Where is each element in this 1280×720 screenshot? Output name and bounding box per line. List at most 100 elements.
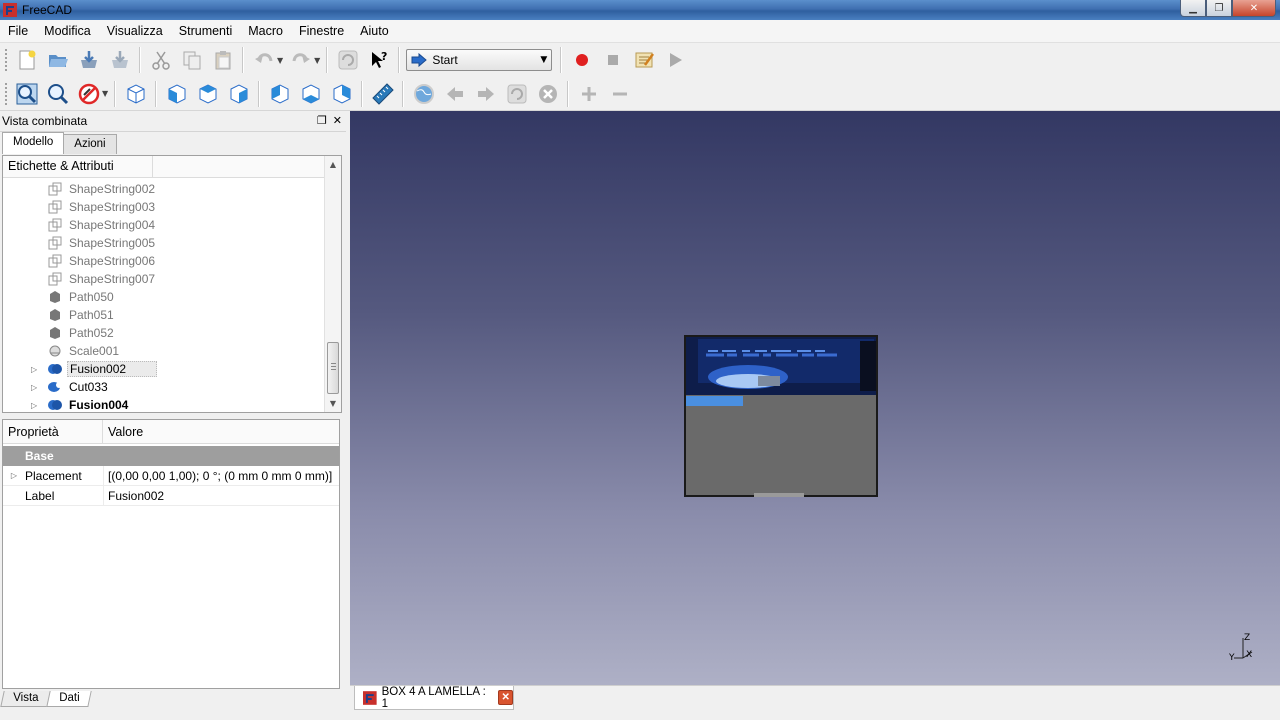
tree-item[interactable]: ShapeString005 bbox=[3, 234, 157, 252]
redo-dropdown-icon[interactable]: ▼ bbox=[314, 56, 320, 65]
property-value[interactable]: Fusion002 bbox=[103, 486, 339, 505]
workbench-label: Start bbox=[432, 53, 458, 67]
tree-item[interactable]: Scale001 bbox=[3, 342, 121, 360]
tree-item[interactable]: Path050 bbox=[3, 288, 116, 306]
copy-icon[interactable] bbox=[178, 46, 206, 74]
property-name: Placement bbox=[25, 468, 82, 483]
draw-style-dropdown-icon[interactable]: ▼ bbox=[102, 89, 108, 98]
close-tab-icon[interactable]: ✕ bbox=[498, 690, 514, 705]
property-group-base[interactable]: Base bbox=[3, 446, 339, 466]
tree-item[interactable]: ▷ Fusion004 bbox=[3, 396, 130, 412]
tree-item[interactable]: ▷ Cut033 bbox=[3, 378, 110, 396]
fit-selection-icon[interactable] bbox=[44, 80, 72, 108]
menu-aiuto[interactable]: Aiuto bbox=[352, 20, 397, 43]
stop-macro-icon[interactable] bbox=[599, 46, 627, 74]
expand-arrow-icon[interactable]: ▷ bbox=[31, 401, 41, 410]
tree-scrollbar[interactable]: ▲ ▼ bbox=[324, 156, 341, 412]
save-as-icon[interactable] bbox=[106, 46, 134, 74]
shapestring-icon bbox=[47, 271, 63, 287]
expand-arrow-icon[interactable]: ▷ bbox=[31, 365, 41, 374]
menu-strumenti[interactable]: Strumenti bbox=[171, 20, 241, 43]
save-icon[interactable] bbox=[75, 46, 103, 74]
forward-icon[interactable] bbox=[472, 80, 500, 108]
maximize-button[interactable]: ❐ bbox=[1206, 0, 1232, 17]
property-editor: Proprietà Valore Base ▷ Placement [(0,00 … bbox=[2, 419, 340, 689]
open-icon[interactable] bbox=[44, 46, 72, 74]
tab-vista[interactable]: Vista bbox=[0, 691, 52, 707]
run-macro-icon[interactable] bbox=[661, 46, 689, 74]
menu-finestre[interactable]: Finestre bbox=[291, 20, 352, 43]
menu-modifica[interactable]: Modifica bbox=[36, 20, 99, 43]
menu-visualizza[interactable]: Visualizza bbox=[99, 20, 171, 43]
tree-item[interactable]: ShapeString002 bbox=[3, 180, 157, 198]
undo-dropdown-icon[interactable]: ▼ bbox=[277, 56, 283, 65]
combo-tabs: Modello Azioni bbox=[0, 132, 346, 154]
redo-icon[interactable] bbox=[287, 46, 315, 74]
tree-item[interactable]: Path052 bbox=[3, 324, 116, 342]
model-tree: Etichette & Attributi ShapeString002 Sha… bbox=[2, 155, 342, 413]
web-icon[interactable] bbox=[410, 80, 438, 108]
axis-y-label: Y bbox=[1228, 653, 1235, 662]
toolbar-grip[interactable] bbox=[4, 48, 8, 72]
close-button[interactable]: ✕ bbox=[1232, 0, 1276, 17]
tab-azioni[interactable]: Azioni bbox=[63, 134, 117, 154]
toolbar-separator bbox=[155, 80, 158, 107]
refresh-icon[interactable] bbox=[334, 46, 362, 74]
cut-icon[interactable] bbox=[147, 46, 175, 74]
property-name: Label bbox=[25, 488, 55, 503]
menu-macro[interactable]: Macro bbox=[240, 20, 291, 43]
scroll-up-icon[interactable]: ▲ bbox=[325, 156, 341, 173]
back-icon[interactable] bbox=[441, 80, 469, 108]
workbench-selector[interactable]: Start ▼ bbox=[406, 49, 553, 71]
front-view-icon[interactable] bbox=[163, 80, 191, 108]
minimize-button[interactable]: ▁ bbox=[1180, 0, 1206, 17]
whats-this-icon[interactable]: ? bbox=[365, 46, 393, 74]
undo-icon[interactable] bbox=[250, 46, 278, 74]
edit-macro-icon[interactable] bbox=[630, 46, 658, 74]
zoom-out-icon[interactable] bbox=[606, 80, 634, 108]
measure-distance-icon[interactable] bbox=[369, 80, 397, 108]
property-row-placement[interactable]: ▷ Placement [(0,00 0,00 1,00); 0 °; (0 mm… bbox=[3, 466, 339, 486]
tree-item[interactable]: ShapeString006 bbox=[3, 252, 157, 270]
tree-item[interactable]: ShapeString004 bbox=[3, 216, 157, 234]
new-document-icon[interactable] bbox=[13, 46, 41, 74]
toolbar-separator bbox=[326, 47, 329, 73]
right-view-icon[interactable] bbox=[225, 80, 253, 108]
zoom-in-icon[interactable] bbox=[575, 80, 603, 108]
3d-viewport[interactable] bbox=[350, 111, 1280, 685]
expand-arrow-icon[interactable]: ▷ bbox=[31, 383, 41, 392]
close-panel-icon[interactable]: ✕ bbox=[333, 114, 342, 127]
toolbar-separator bbox=[402, 80, 405, 107]
tree-item-selected[interactable]: ▷ Fusion002 bbox=[3, 360, 158, 378]
paste-icon[interactable] bbox=[209, 46, 237, 74]
draw-style-icon[interactable] bbox=[75, 80, 103, 108]
property-column-header[interactable]: Proprietà bbox=[3, 420, 103, 443]
top-view-icon[interactable] bbox=[194, 80, 222, 108]
tree-item[interactable]: Path051 bbox=[3, 306, 116, 324]
tree-item[interactable]: ShapeString003 bbox=[3, 198, 157, 216]
property-value[interactable]: [(0,00 0,00 1,00); 0 °; (0 mm 0 mm 0 mm)… bbox=[103, 466, 339, 485]
value-column-header[interactable]: Valore bbox=[103, 420, 143, 443]
toolbar-grip[interactable] bbox=[4, 81, 8, 106]
menu-file[interactable]: File bbox=[0, 20, 36, 43]
reload-icon[interactable] bbox=[503, 80, 531, 108]
stop-icon[interactable] bbox=[534, 80, 562, 108]
bottom-view-icon[interactable] bbox=[297, 80, 325, 108]
record-macro-icon[interactable] bbox=[568, 46, 596, 74]
expand-arrow-icon[interactable]: ▷ bbox=[3, 471, 25, 480]
left-view-icon[interactable] bbox=[328, 80, 356, 108]
fit-all-icon[interactable] bbox=[13, 80, 41, 108]
tab-dati[interactable]: Dati bbox=[46, 691, 93, 707]
toolbar-separator bbox=[139, 47, 141, 73]
isometric-view-icon[interactable] bbox=[122, 80, 150, 108]
tree-column-header[interactable]: Etichette & Attributi bbox=[3, 156, 153, 177]
property-row-label[interactable]: Label Fusion002 bbox=[3, 486, 339, 506]
float-panel-icon[interactable]: ❐ bbox=[317, 114, 327, 127]
rear-view-icon[interactable] bbox=[266, 80, 294, 108]
scrollbar-thumb[interactable] bbox=[327, 342, 339, 394]
scroll-down-icon[interactable]: ▼ bbox=[325, 395, 341, 412]
tree-item[interactable]: ShapeString007 bbox=[3, 270, 157, 288]
3d-model[interactable] bbox=[350, 111, 1280, 685]
tab-modello[interactable]: Modello bbox=[2, 132, 65, 154]
document-tab[interactable]: BOX 4 A LAMELLA : 1 ✕ bbox=[354, 686, 514, 710]
